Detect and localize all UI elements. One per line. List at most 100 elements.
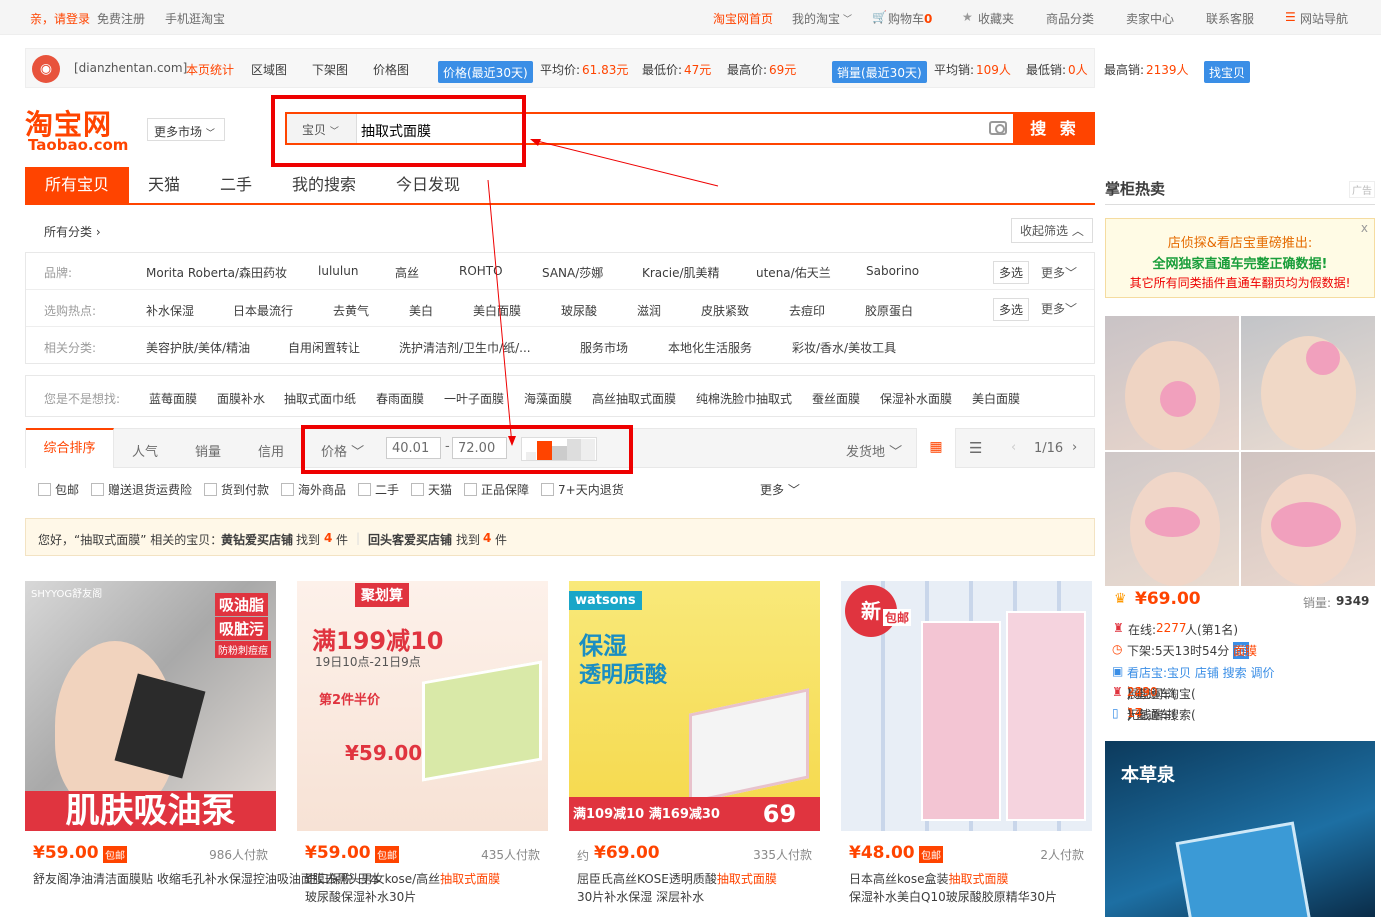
product-card[interactable]: SHYYOG舒友阁 吸油脂 吸脏污 防粉刺痘痘 肌肤吸油泵 ¥59.00 包邮 … (25, 581, 385, 917)
login-link[interactable]: 亲，请登录 (30, 10, 90, 27)
product-image[interactable]: 聚划算 满199减10 19日10点-21日9点 第2件半价 ¥59.00 (297, 581, 548, 831)
filters-more-button[interactable]: 更多 ﹀ (760, 481, 800, 498)
hot-item[interactable]: 美白 (409, 302, 433, 319)
camera-icon[interactable] (989, 121, 1007, 135)
suggest-item[interactable]: 海藻面膜 (524, 390, 572, 407)
tab-my-search[interactable]: 我的搜索 (292, 167, 356, 203)
product-card[interactable]: 聚划算 满199减10 19日10点-21日9点 第2件半价 ¥59.00 ¥5… (297, 581, 548, 917)
hot-item[interactable]: 皮肤紧致 (701, 302, 749, 319)
brand-item[interactable]: SANA/莎娜 (542, 264, 603, 281)
seller-center-link[interactable]: 卖家中心 (1126, 10, 1174, 27)
site-nav-link[interactable]: 网站导航 (1300, 10, 1348, 27)
sort-sales-tab[interactable]: 销量 (195, 441, 221, 460)
contact-link[interactable]: 联系客服 (1206, 10, 1254, 27)
hot-item[interactable]: 日本最流行 (233, 302, 293, 319)
filter-free-shipping-checkbox[interactable]: 包邮 (38, 481, 79, 498)
filter-secondhand-checkbox[interactable]: 二手 (358, 481, 399, 498)
hot-item[interactable]: 美白面膜 (473, 302, 521, 319)
product-image[interactable]: SHYYOG舒友阁 吸油脂 吸脏污 防粉刺痘痘 肌肤吸油泵 (25, 581, 276, 831)
more-markets-dropdown[interactable]: 更多市场 ﹀ (147, 118, 225, 141)
hot-more-button[interactable]: 更多﹀ (1041, 300, 1077, 317)
sort-popularity-tab[interactable]: 人气 (132, 441, 158, 460)
suggest-item[interactable]: 春雨面膜 (376, 390, 424, 407)
next-page-icon[interactable]: › (1072, 440, 1077, 455)
mobile-link[interactable]: 手机逛淘宝 (165, 10, 225, 27)
promo-banner[interactable]: 店侦探&看店宝重磅推出: 全网独家直通车完整正确数据! 其它所有同类插件直通车翻… (1105, 218, 1375, 298)
brand-item[interactable]: lululun (318, 264, 358, 278)
product-title[interactable]: 日本高丝kose盒装抽取式面膜保湿补水美白Q10玻尿酸胶原精华30片 (849, 870, 1089, 906)
brand-item[interactable]: 高丝 (395, 264, 419, 281)
brand-item[interactable]: utena/佑天兰 (756, 264, 831, 281)
brand-item[interactable]: ROHTO (459, 264, 503, 278)
related-item[interactable]: 本地化生活服务 (668, 339, 752, 356)
sort-credit-tab[interactable]: 信用 (258, 441, 284, 460)
view-links[interactable]: 看店宝:宝贝 店铺 搜索 调价 (1127, 664, 1275, 681)
brand-item[interactable]: Morita Roberta/森田药妆 (146, 264, 287, 281)
page-stats-link[interactable]: 本页统计 (186, 61, 234, 78)
tab-all-items[interactable]: 所有宝贝 (25, 167, 130, 203)
hot-item[interactable]: 胶原蛋白 (865, 302, 913, 319)
filter-tmall-checkbox[interactable]: 天猫 (411, 481, 452, 498)
ad-image[interactable] (1241, 316, 1375, 450)
home-link[interactable]: 淘宝网首页 (713, 10, 773, 27)
suggest-item[interactable]: 纯棉洗脸巾抽取式 (696, 390, 792, 407)
product-card[interactable]: watsons 保湿 透明质酸 满109减10 满169减30 69 约 ¥69… (569, 581, 820, 917)
hot-multiselect-button[interactable]: 多选 (993, 298, 1030, 321)
find-item-button[interactable]: 找宝贝 (1204, 61, 1251, 83)
hot-item[interactable]: 滋润 (637, 302, 661, 319)
suggest-item[interactable]: 抽取式面巾纸 (284, 390, 356, 407)
brand-item[interactable]: Saborino (866, 264, 919, 278)
categories-link[interactable]: 商品分类 (1046, 10, 1094, 27)
product-title[interactable]: 进口保税 日本 kose/高丝抽取式面膜玻尿酸保湿补水30片 (305, 870, 545, 906)
notice-shop2-link[interactable]: 回头客爱买店铺 (368, 531, 452, 548)
prev-page-icon[interactable]: ‹ (1011, 440, 1016, 455)
ad-image[interactable] (1105, 316, 1239, 450)
suggest-item[interactable]: 蓝莓面膜 (149, 390, 197, 407)
filter-cod-checkbox[interactable]: 货到付款 (204, 481, 269, 498)
collapse-filters-button[interactable]: 收起筛选 ︿ (1011, 218, 1093, 243)
cart-link[interactable]: 购物车0 (888, 10, 932, 27)
product-image[interactable]: watsons 保湿 透明质酸 满109减10 满169减30 69 (569, 581, 820, 831)
hot-item[interactable]: 玻尿酸 (561, 302, 597, 319)
sales-30-button[interactable]: 销量(最近30天) (832, 61, 927, 83)
price-30-button[interactable]: 价格(最近30天) (438, 61, 533, 83)
brand-more-button[interactable]: 更多﹀ (1041, 264, 1077, 281)
related-item[interactable]: 服务市场 (580, 339, 628, 356)
suggest-item[interactable]: 保湿补水面膜 (880, 390, 952, 407)
product-card[interactable]: 新 包邮 ¥48.00 包邮 2人付款 日本高丝kose盒装抽取式面膜保湿补水美… (841, 581, 1092, 917)
hot-item[interactable]: 去黄气 (333, 302, 369, 319)
suggest-item[interactable]: 美白面膜 (972, 390, 1020, 407)
product-title[interactable]: 舒友阁净油清洁面膜贴 收缩毛孔补水保湿控油吸油面膜去黑头男女 (33, 870, 385, 888)
price-chart-link[interactable]: 价格图 (373, 61, 409, 78)
plugin-domain[interactable]: [dianzhentan.com] (74, 61, 187, 75)
related-item[interactable]: 自用闲置转让 (288, 339, 360, 356)
suggest-item[interactable]: 蚕丝面膜 (812, 390, 860, 407)
product-image[interactable]: 新 包邮 (841, 581, 1092, 831)
my-taobao-link[interactable]: 我的淘宝 (792, 10, 840, 27)
grid-view-icon[interactable]: ▦ (916, 428, 956, 468)
favorites-link[interactable]: 收藏夹 (978, 10, 1014, 27)
filter-7day-return-checkbox[interactable]: 7+天内退货 (541, 481, 624, 498)
ad-image-2[interactable]: 本草泉 (1105, 741, 1375, 917)
brand-item[interactable]: Kracie/肌美精 (642, 264, 720, 281)
filter-genuine-checkbox[interactable]: 正品保障 (464, 481, 529, 498)
tab-tmall[interactable]: 天猫 (148, 167, 180, 203)
filter-overseas-checkbox[interactable]: 海外商品 (281, 481, 346, 498)
search-button[interactable]: 搜 索 (1015, 112, 1095, 145)
product-title[interactable]: 屈臣氏高丝KOSE透明质酸抽取式面膜 30片补水保湿 深层补水 (577, 870, 817, 906)
hot-item[interactable]: 去痘印 (789, 302, 825, 319)
related-item[interactable]: 彩妆/香水/美妆工具 (792, 339, 896, 356)
shelf-chart-link[interactable]: 下架图 (312, 61, 348, 78)
suggest-item[interactable]: 一叶子面膜 (444, 390, 504, 407)
related-item[interactable]: 美容护肤/美体/精油 (146, 339, 250, 356)
tab-today[interactable]: 今日发现 (396, 167, 460, 203)
suggest-item[interactable]: 面膜补水 (217, 390, 265, 407)
region-chart-link[interactable]: 区域图 (251, 61, 287, 78)
suggest-item[interactable]: 高丝抽取式面膜 (592, 390, 676, 407)
close-icon[interactable]: x (1361, 221, 1368, 235)
ship-from-dropdown[interactable]: 发货地 ﹀ (846, 441, 902, 460)
related-item[interactable]: 洗护清洁剂/卫生巾/纸/... (399, 339, 531, 356)
list-view-icon[interactable]: ☰ (969, 439, 982, 457)
all-categories-link[interactable]: 所有分类 › (44, 223, 101, 240)
register-link[interactable]: 免费注册 (97, 10, 145, 27)
